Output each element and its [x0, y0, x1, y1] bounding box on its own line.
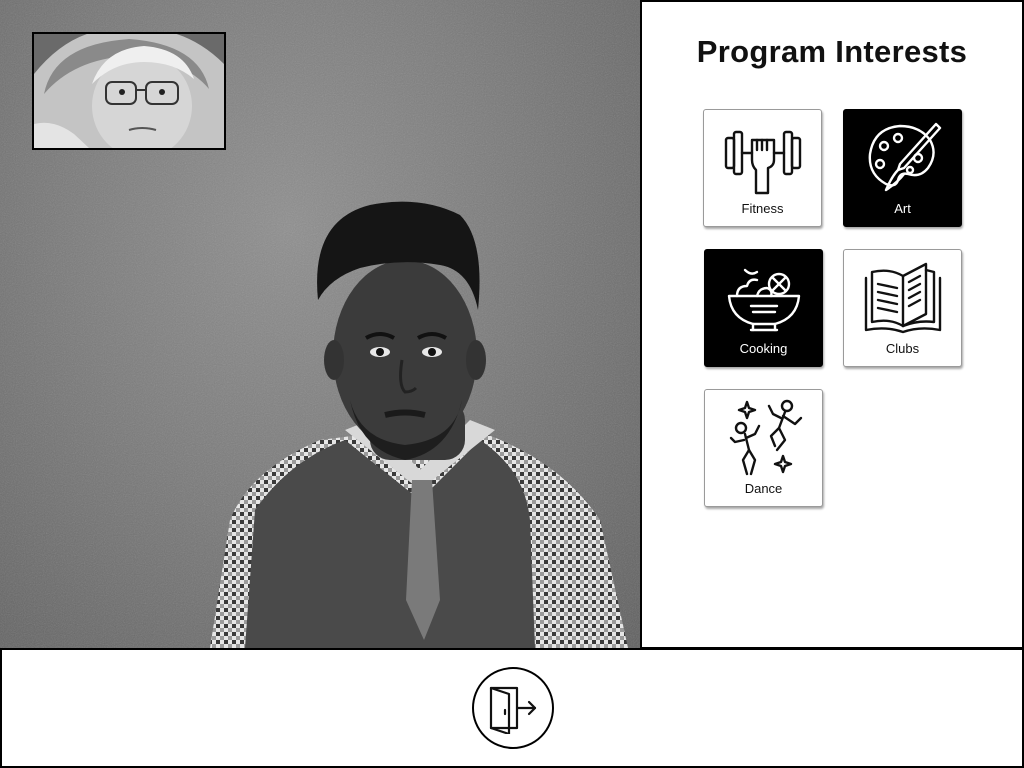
- exit-call-button[interactable]: [472, 667, 554, 749]
- dancers-icon: [729, 399, 803, 476]
- interest-tile-label: Dance: [744, 481, 783, 496]
- panel-title: Program Interests: [696, 34, 968, 69]
- local-participant-video: [34, 34, 224, 148]
- salad-bowl-icon: [727, 268, 801, 332]
- call-controls-bar: [0, 648, 1024, 768]
- interest-tile-cooking[interactable]: Cooking: [704, 249, 823, 367]
- interest-tile-art[interactable]: Art: [843, 109, 962, 227]
- self-view-thumbnail[interactable]: [32, 32, 226, 150]
- interest-tile-label: Clubs: [885, 341, 920, 356]
- program-interests-panel: Program Interests Fitness Art Cooking Cl…: [640, 0, 1024, 649]
- interest-tile-dance[interactable]: Dance: [704, 389, 823, 507]
- exit-door-icon: [489, 686, 537, 734]
- interest-tile-fitness[interactable]: Fitness: [703, 109, 822, 227]
- interest-tile-clubs[interactable]: Clubs: [843, 249, 962, 367]
- interest-tile-label: Fitness: [741, 201, 784, 216]
- interest-tile-label: Cooking: [739, 341, 788, 356]
- open-book-icon: [864, 262, 942, 334]
- interest-tile-label: Art: [894, 201, 911, 216]
- palette-icon: [868, 122, 942, 192]
- video-call-screen: Program Interests Fitness Art Cooking Cl…: [0, 0, 1024, 768]
- dumbbell-icon: [724, 130, 802, 195]
- main-video-feed: [0, 0, 641, 648]
